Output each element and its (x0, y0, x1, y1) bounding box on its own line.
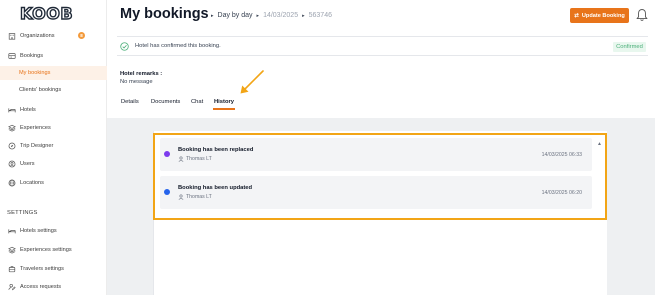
user-icon (178, 194, 184, 200)
user-circle-icon (7, 160, 16, 169)
status-dot (164, 151, 170, 157)
logo[interactable]: KOOB (19, 3, 74, 23)
sidebar-item-label: Hotels (20, 107, 36, 113)
sidebar-item-my-bookings[interactable]: My bookings (0, 66, 107, 80)
breadcrumb-booking-id: 563746 (308, 12, 332, 19)
building-icon (7, 32, 16, 41)
update-booking-label: Update Booking (581, 12, 625, 19)
layers-icon (7, 124, 16, 133)
tab-documents[interactable]: Documents (151, 99, 180, 105)
collapse-icon[interactable]: ▲ (597, 141, 602, 147)
sidebar-item-hotels-settings[interactable]: Hotels settings (0, 224, 107, 238)
swap-icon: ⇄ (574, 12, 579, 19)
sidebar-item-label: Organizations (20, 33, 55, 39)
compass-icon (7, 142, 16, 151)
history-entry-title: Booking has been updated (178, 185, 253, 191)
sidebar-item-organizations[interactable]: Organizations 8 (0, 29, 107, 43)
sidebar-item-travelers-settings[interactable]: Travelers settings (0, 262, 107, 276)
history-entry: Booking has been replaced Thomas LT 14/0… (160, 138, 592, 171)
breadcrumb-day-by-day[interactable]: Day by day (218, 12, 253, 19)
user-edit-icon (7, 283, 16, 292)
hotel-remarks-label: Hotel remarks : (120, 71, 163, 77)
annotation-arrow-icon (240, 70, 264, 94)
status-badge: Confirmed (613, 42, 646, 52)
sidebar-item-experiences[interactable]: Experiences (0, 121, 107, 135)
settings-heading: SETTINGS (7, 210, 38, 216)
logo-text: KOOB (19, 3, 74, 23)
organizations-badge: 8 (78, 32, 85, 39)
globe-icon (7, 179, 16, 188)
app: KOOB Organizations 8 Bookings My booking… (0, 0, 655, 295)
sidebar-item-experiences-settings[interactable]: Experiences settings (0, 243, 107, 257)
history-entry-title: Booking has been replaced (178, 147, 254, 153)
sidebar-item-users[interactable]: Users (0, 157, 107, 171)
bookings-icon (7, 52, 16, 61)
chevron-right-icon: ▸ (211, 12, 214, 19)
sidebar: KOOB Organizations 8 Bookings My booking… (0, 0, 107, 295)
sidebar-item-hotels[interactable]: Hotels (0, 103, 107, 117)
history-entry-date: 14/03/2025 06:33 (541, 152, 582, 158)
user-icon (178, 156, 184, 162)
sidebar-item-label: Locations (20, 180, 44, 186)
confirmation-message: Hotel has confirmed this booking. (135, 43, 221, 49)
history-entry-date: 14/03/2025 06:20 (541, 190, 582, 196)
sidebar-item-bookings[interactable]: Bookings (0, 49, 107, 63)
update-booking-button[interactable]: ⇄ Update Booking (570, 8, 629, 23)
tab-details[interactable]: Details (121, 99, 139, 105)
sidebar-item-label: My bookings (19, 70, 51, 76)
tab-chat[interactable]: Chat (191, 99, 203, 105)
bell-icon[interactable] (636, 8, 648, 22)
confirmation-bar: Hotel has confirmed this booking. Confir… (117, 36, 648, 56)
sidebar-item-label: Bookings (20, 53, 44, 59)
status-dot (164, 189, 170, 195)
bed-icon (7, 227, 16, 236)
history-entry: Booking has been updated Thomas LT 14/03… (160, 176, 592, 209)
sidebar-item-locations[interactable]: Locations (0, 176, 107, 190)
breadcrumb-date[interactable]: 14/03/2025 (263, 12, 298, 19)
sidebar-item-label: Hotels settings (20, 228, 57, 234)
sidebar-item-label: Experiences (20, 125, 51, 131)
page-title: My bookings (120, 6, 209, 22)
sidebar-item-label: Travelers settings (20, 266, 64, 272)
page-header: My bookings ▸ Day by day ▸ 14/03/2025 ▸ … (107, 0, 655, 32)
sidebar-item-label: Experiences settings (20, 247, 72, 253)
chevron-right-icon: ▸ (302, 12, 305, 19)
breadcrumb: ▸ Day by day ▸ 14/03/2025 ▸ 563746 (207, 12, 332, 19)
sidebar-item-label: Trip Designer (20, 143, 54, 149)
bed-icon (7, 106, 16, 115)
history-entry-user-name: Thomas LT (186, 194, 212, 200)
history-entry-user: Thomas LT (178, 156, 212, 162)
sidebar-item-label: Users (20, 161, 35, 167)
sidebar-item-clients-bookings[interactable]: Clients' bookings (0, 83, 107, 97)
sidebar-item-label: Clients' bookings (19, 87, 62, 93)
sidebar-item-access-requests[interactable]: Access requests (0, 280, 107, 294)
luggage-icon (7, 265, 16, 274)
tab-history[interactable]: History (214, 99, 234, 105)
history-entry-user-name: Thomas LT (186, 156, 212, 162)
active-tab-indicator (213, 108, 235, 110)
chevron-right-icon: ▸ (256, 12, 260, 19)
hotel-remarks-value: No message (120, 79, 153, 85)
history-entry-user: Thomas LT (178, 194, 212, 200)
sidebar-item-trip-designer[interactable]: Trip Designer (0, 139, 107, 153)
layers-icon (7, 246, 16, 255)
sidebar-item-label: Access requests (20, 284, 62, 290)
check-circle-icon (120, 42, 129, 51)
